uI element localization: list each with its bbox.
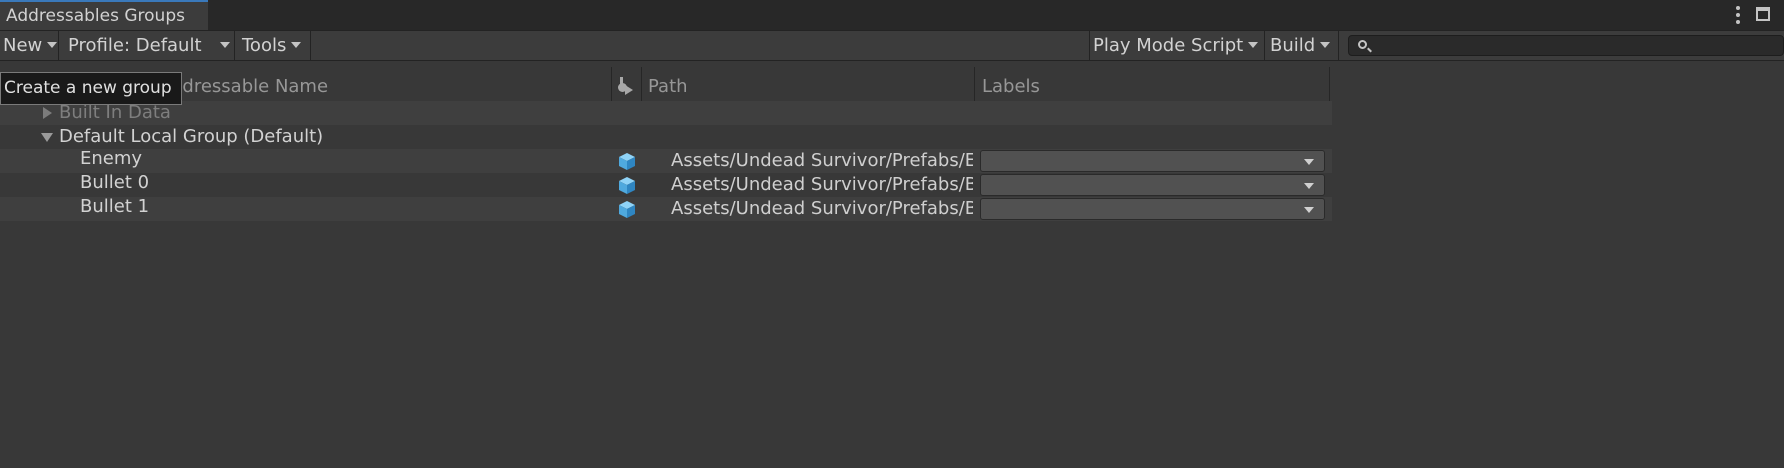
profile-dropdown-button[interactable]: Profile: Default	[65, 31, 235, 60]
dropdown-arrow-icon	[1304, 207, 1314, 213]
tools-dropdown-button[interactable]: Tools	[239, 31, 311, 60]
column-divider[interactable]	[1329, 67, 1330, 103]
new-label: New	[3, 35, 43, 56]
asset-type-column-icon[interactable]	[618, 77, 634, 95]
entry-name: Bullet 1	[80, 196, 150, 217]
tools-label: Tools	[242, 35, 287, 56]
play-mode-label: Play Mode Script	[1093, 35, 1244, 56]
tree-entry-row[interactable]: Bullet 1 Assets/Undead Survivor/Prefabs/…	[0, 196, 1332, 221]
addressables-groups-window: Addressables Groups ⋮ New Profile: Defau…	[0, 0, 1784, 468]
column-divider[interactable]	[611, 67, 612, 103]
build-label: Build	[1270, 35, 1316, 56]
labels-dropdown[interactable]	[980, 198, 1325, 220]
tree-group-row[interactable]: Built In Data	[0, 101, 1332, 125]
tree-group-row[interactable]: Default Local Group (Default)	[0, 125, 1332, 149]
title-bar-icons: ⋮	[1714, 0, 1784, 30]
dropdown-arrow-icon	[291, 41, 302, 48]
labels-dropdown[interactable]	[980, 150, 1325, 172]
dropdown-arrow-icon	[1304, 183, 1314, 189]
dropdown-arrow-icon	[219, 41, 230, 48]
column-header: ddressable Name Path Labels	[0, 61, 1784, 103]
toolbar: New Profile: Default Tools Play Mode Scr…	[0, 30, 1784, 61]
column-header-name[interactable]: ddressable Name	[171, 75, 328, 99]
entry-name: Bullet 0	[80, 172, 150, 193]
search-input[interactable]	[1348, 35, 1784, 56]
build-dropdown-button[interactable]: Build	[1267, 31, 1339, 60]
tree-entry-row[interactable]: Bullet 0 Assets/Undead Survivor/Prefabs/…	[0, 172, 1332, 197]
entry-name: Enemy	[80, 148, 143, 169]
foldout-expanded-icon[interactable]	[41, 133, 53, 142]
tooltip-text: Create a new group	[4, 78, 172, 98]
new-group-tooltip: Create a new group	[0, 72, 182, 105]
column-header-path[interactable]: Path	[648, 75, 688, 99]
tree-entry-row[interactable]: Enemy Assets/Undead Survivor/Prefabs/Ene…	[0, 148, 1332, 173]
prefab-icon	[619, 201, 635, 218]
entry-path: Assets/Undead Survivor/Prefabs/Bullet 1	[671, 198, 973, 219]
column-divider[interactable]	[974, 67, 975, 103]
play-mode-script-dropdown[interactable]: Play Mode Script	[1089, 31, 1265, 60]
foldout-collapsed-icon[interactable]	[43, 107, 52, 119]
window-tab[interactable]: Addressables Groups	[0, 0, 208, 30]
prefab-icon	[619, 153, 635, 170]
entry-path: Assets/Undead Survivor/Prefabs/Enemy	[671, 150, 973, 171]
window-tab-title: Addressables Groups	[6, 6, 185, 26]
column-divider[interactable]	[641, 67, 642, 103]
labels-dropdown[interactable]	[980, 174, 1325, 196]
new-dropdown-button[interactable]: New	[0, 31, 59, 60]
more-options-icon[interactable]	[1736, 6, 1740, 24]
maximize-icon[interactable]	[1756, 7, 1770, 21]
close-icon[interactable]: ⋮	[1778, 6, 1784, 24]
dropdown-arrow-icon	[1320, 41, 1331, 48]
prefab-icon	[619, 177, 635, 194]
title-bar: Addressables Groups ⋮	[0, 0, 1784, 30]
entry-path: Assets/Undead Survivor/Prefabs/Bullet 0	[671, 174, 973, 195]
column-header-labels[interactable]: Labels	[982, 75, 1040, 99]
dropdown-arrow-icon	[1248, 41, 1259, 48]
group-label: Default Local Group (Default)	[59, 126, 324, 147]
dropdown-arrow-icon	[1304, 159, 1314, 165]
profile-label: Profile: Default	[68, 35, 202, 56]
dropdown-arrow-icon	[47, 41, 58, 48]
search-icon	[1358, 40, 1367, 49]
